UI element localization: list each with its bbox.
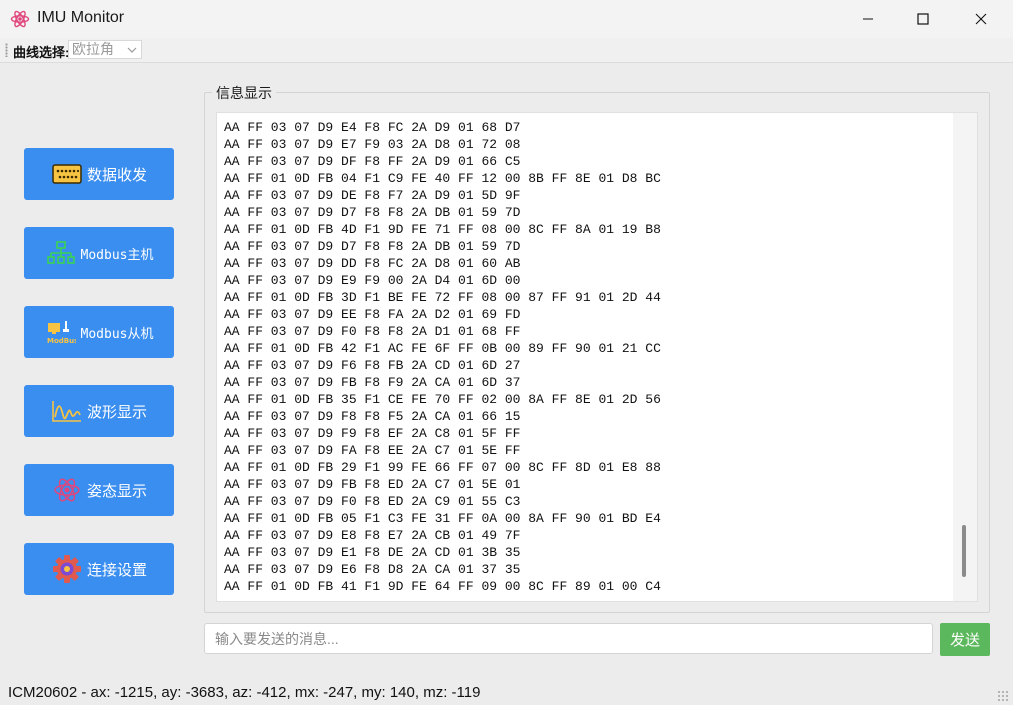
info-line: AA FF 03 07 D9 FB F8 ED 2A C7 01 5E 01 [224, 477, 521, 492]
info-line: AA FF 01 0D FB 41 F1 9D FE 64 FF 09 00 8… [224, 579, 661, 594]
info-line: AA FF 03 07 D9 D7 F8 F8 2A DB 01 59 7D [224, 239, 521, 254]
info-line: AA FF 03 07 D9 F8 F8 F5 2A CA 01 66 15 [224, 409, 521, 424]
info-line: AA FF 01 0D FB 3D F1 BE FE 72 FF 08 00 8… [224, 290, 661, 305]
info-line: AA FF 03 07 D9 E9 F9 00 2A D4 01 6D 00 [224, 273, 521, 288]
info-line: AA FF 03 07 D9 E1 F8 DE 2A CD 01 3B 35 [224, 545, 521, 560]
info-line: AA FF 03 07 D9 F0 F8 ED 2A C9 01 55 C3 [224, 494, 521, 509]
info-line: AA FF 03 07 D9 F6 F8 FB 2A CD 01 6D 27 [224, 358, 521, 373]
info-line: AA FF 01 0D FB 4D F1 9D FE 71 FF 08 00 8… [224, 222, 661, 237]
nav-button-data-transceive[interactable]: 数据收发 [24, 148, 174, 200]
title-bar: IMU Monitor [0, 0, 1013, 38]
info-line: AA FF 03 07 D9 FB F8 F9 2A CA 01 6D 37 [224, 375, 521, 390]
nav-button-label: 连接设置 [86, 561, 147, 579]
curve-select-value: 欧拉角 [72, 41, 114, 57]
send-button[interactable]: 发送 [940, 623, 990, 656]
nav-button-waveform[interactable]: 波形显示 [24, 385, 174, 437]
maximize-button[interactable] [900, 0, 946, 38]
chevron-down-icon [127, 47, 137, 53]
info-line: AA FF 03 07 D9 D7 F8 F8 2A DB 01 59 7D [224, 205, 521, 220]
info-line: AA FF 03 07 D9 EE F8 FA 2A D2 01 69 FD [224, 307, 521, 322]
info-line: AA FF 01 0D FB 35 F1 CE FE 70 FF 02 00 8… [224, 392, 661, 407]
info-lines: AA FF 03 07 D9 E4 F8 FC 2A D9 01 68 D7 AA… [224, 119, 661, 595]
scrollbar-thumb[interactable] [962, 525, 966, 577]
curve-select-dropdown[interactable]: 欧拉角 [68, 40, 142, 59]
nav-button-connection-settings[interactable]: 连接设置 [24, 543, 174, 595]
info-line: AA FF 01 0D FB 04 F1 C9 FE 40 FF 12 00 8… [224, 171, 661, 186]
info-group-title: 信息显示 [212, 83, 276, 103]
close-icon [975, 13, 987, 25]
minimize-button[interactable] [845, 0, 891, 38]
status-bar: ICM20602 - ax: -1215, ay: -3683, az: -41… [0, 680, 1013, 705]
info-line: AA FF 01 0D FB 42 F1 AC FE 6F FF 0B 00 8… [224, 341, 661, 356]
info-line: AA FF 01 0D FB 05 F1 C3 FE 31 FF 0A 00 8… [224, 511, 661, 526]
nav-button-modbus-master[interactable]: Modbus主机 [24, 227, 174, 279]
info-line: AA FF 03 07 D9 DE F8 F7 2A D9 01 5D 9F [224, 188, 521, 203]
toolbar-grip[interactable] [5, 43, 8, 57]
maximize-icon [917, 13, 929, 25]
nav-button-label: Modbus从机 [80, 326, 154, 342]
nav-button-label: 数据收发 [86, 166, 147, 184]
status-text: ICM20602 - ax: -1215, ay: -3683, az: -41… [8, 684, 481, 701]
resize-grip[interactable] [997, 690, 1009, 702]
info-line: AA FF 03 07 D9 FA F8 EE 2A C7 01 5E FF [224, 443, 521, 458]
info-line: AA FF 03 07 D9 DF F8 FF 2A D9 01 66 C5 [224, 154, 521, 169]
info-line: AA FF 03 07 D9 E8 F8 E7 2A CB 01 49 7F [224, 528, 521, 543]
toolbar: 曲线选择: 欧拉角 [0, 38, 1013, 63]
info-line: AA FF 03 07 D9 E7 F9 03 2A D8 01 72 08 [224, 137, 521, 152]
info-line: AA FF 03 07 D9 DD F8 FC 2A D8 01 60 AB [224, 256, 521, 271]
close-button[interactable] [958, 0, 1004, 38]
modbus-slave-icon: ModBus [45, 319, 77, 345]
serial-port-icon [51, 161, 83, 187]
nav-button-attitude[interactable]: 姿态显示 [24, 464, 174, 516]
app-atom-icon [10, 10, 30, 28]
attitude-icon [51, 477, 83, 503]
waveform-icon [51, 398, 83, 424]
svg-text:ModBus: ModBus [47, 337, 76, 345]
gear-icon [51, 555, 83, 583]
info-line: AA FF 01 0D FB 29 F1 99 FE 66 FF 07 00 8… [224, 460, 661, 475]
window-title: IMU Monitor [37, 9, 125, 26]
nav-button-modbus-slave[interactable]: ModBus Modbus从机 [24, 306, 174, 358]
nav-button-label: 波形显示 [86, 403, 147, 421]
nav-button-label: 姿态显示 [86, 482, 147, 500]
curve-select-label: 曲线选择: [13, 45, 70, 60]
vertical-scrollbar[interactable] [953, 113, 977, 601]
nav-button-label: Modbus主机 [80, 247, 154, 263]
info-line: AA FF 03 07 D9 E4 F8 FC 2A D9 01 68 D7 [224, 120, 521, 135]
info-text-area[interactable]: AA FF 03 07 D9 E4 F8 FC 2A D9 01 68 D7 AA… [216, 112, 978, 602]
network-tree-icon [45, 240, 77, 266]
message-input[interactable] [204, 623, 933, 654]
minimize-icon [863, 18, 873, 20]
info-line: AA FF 03 07 D9 F9 F8 EF 2A C8 01 5F FF [224, 426, 521, 441]
info-line: AA FF 03 07 D9 F0 F8 F8 2A D1 01 68 FF [224, 324, 521, 339]
info-line: AA FF 03 07 D9 E6 F8 D8 2A CA 01 37 35 [224, 562, 521, 577]
